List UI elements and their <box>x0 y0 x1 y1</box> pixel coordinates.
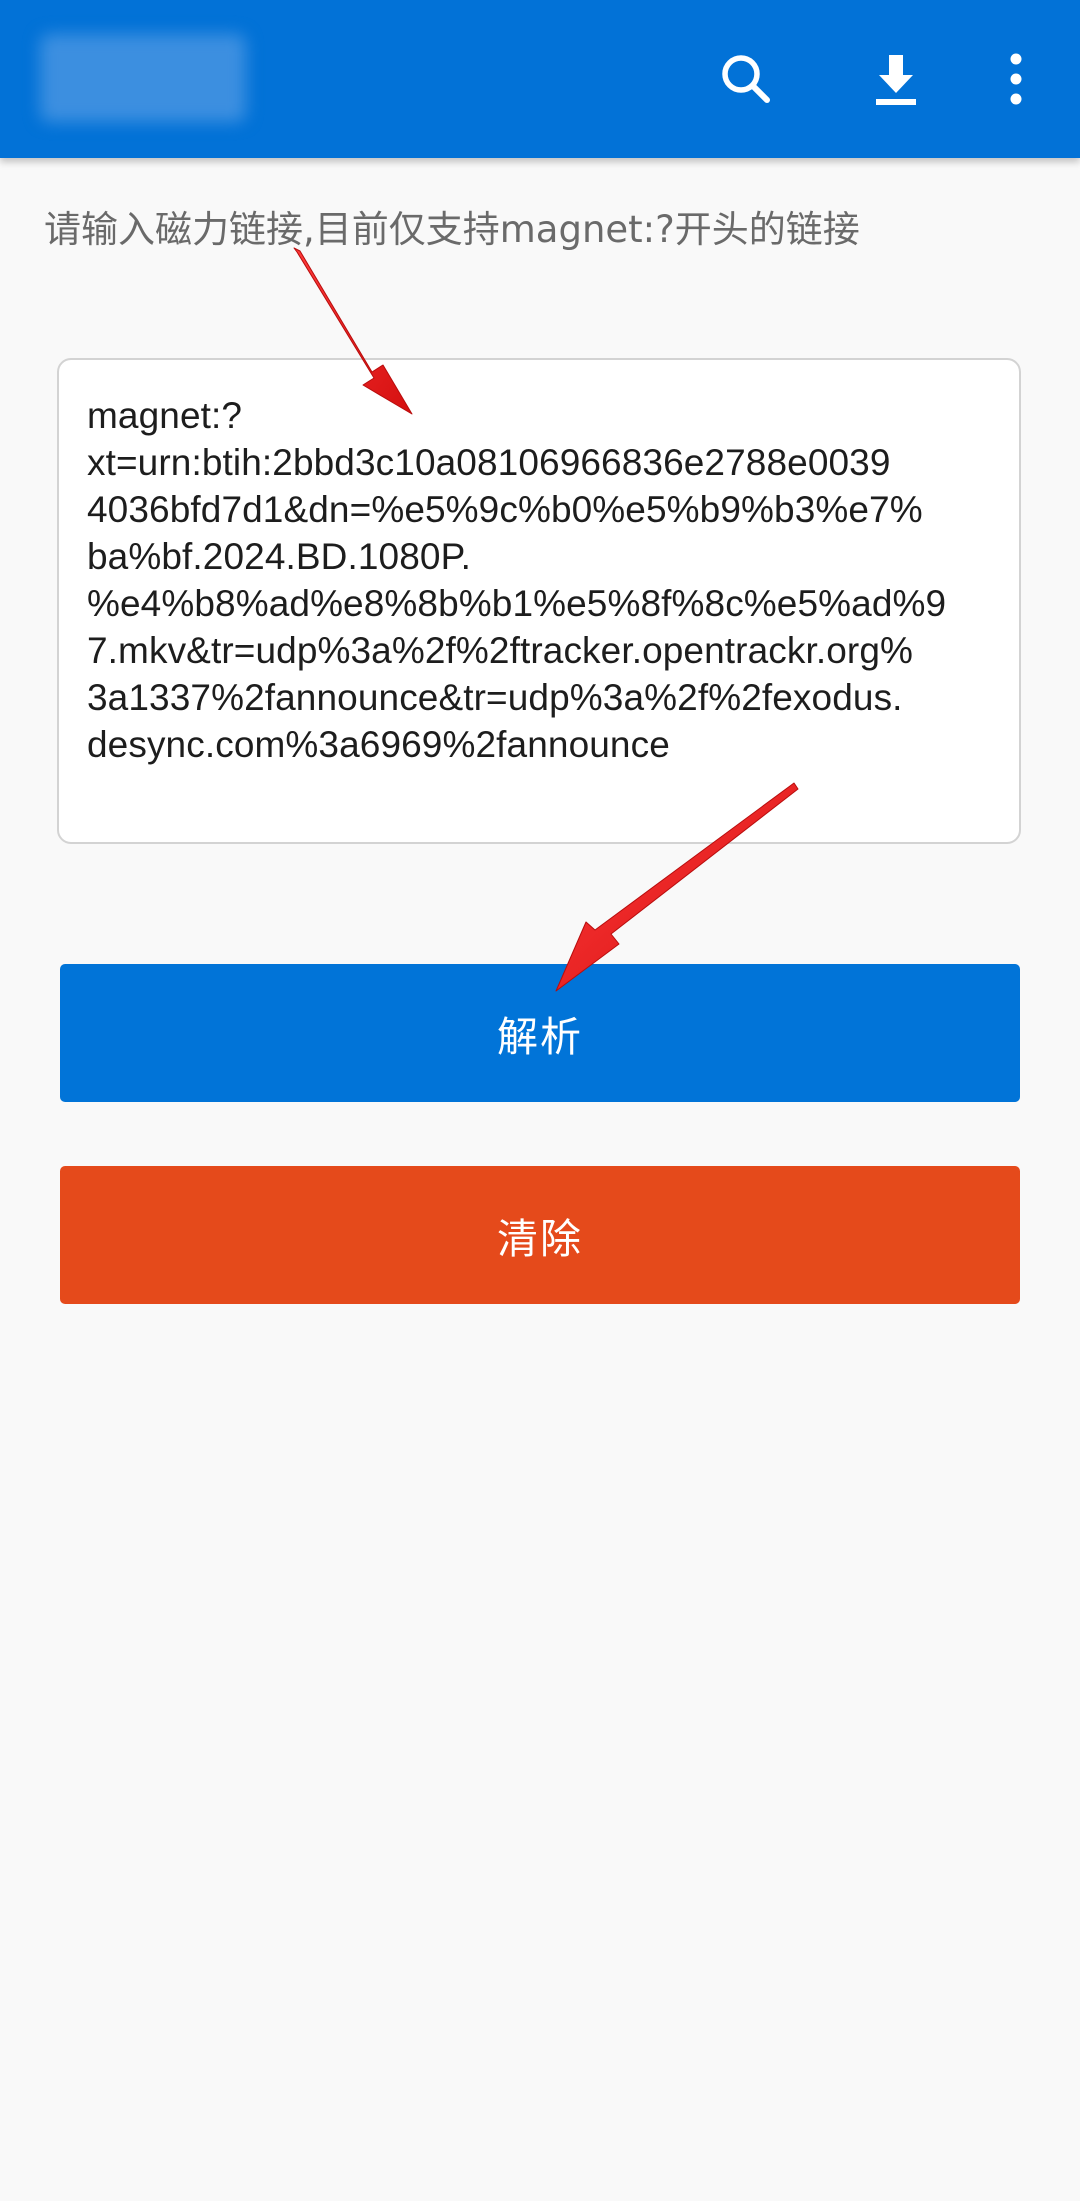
magnet-line: magnet:? <box>87 395 243 436</box>
search-icon <box>722 55 770 103</box>
parse-button[interactable]: 解析 <box>60 964 1020 1102</box>
download-button[interactable] <box>856 39 936 119</box>
app-screen: 请输入磁力链接,目前仅支持magnet:?开头的链接 magnet:? xt=u… <box>0 0 1080 2201</box>
app-title-blurred <box>40 34 246 122</box>
magnet-link-input[interactable]: magnet:? xt=urn:btih:2bbd3c10a0810696683… <box>57 358 1021 844</box>
magnet-line: 4036bfd7d1&dn=%e5%9c%b0%e5%b9%b3%e7% <box>87 489 923 530</box>
magnet-line: desync.com%3a6969%2fannounce <box>87 724 670 765</box>
more-vert-icon <box>1010 53 1022 105</box>
app-bar <box>0 0 1080 158</box>
magnet-line: xt=urn:btih:2bbd3c10a08106966836e2788e00… <box>87 442 891 483</box>
magnet-line: %e4%b8%ad%e8%8b%b1%e5%8f%8c%e5%ad%9 <box>87 583 947 624</box>
download-icon <box>876 55 916 105</box>
more-options-button[interactable] <box>976 39 1056 119</box>
magnet-line: ba%bf.2024.BD.1080P. <box>87 536 471 577</box>
magnet-line: 3a1337%2fannounce&tr=udp%3a%2f%2fexodus. <box>87 677 903 718</box>
clear-button[interactable]: 清除 <box>60 1166 1020 1304</box>
magnet-line: 7.mkv&tr=udp%3a%2f%2ftracker.opentrackr.… <box>87 630 914 671</box>
search-button[interactable] <box>706 39 786 119</box>
magnet-hint-label: 请输入磁力链接,目前仅支持magnet:?开头的链接 <box>44 208 860 251</box>
magnet-link-value[interactable]: magnet:? xt=urn:btih:2bbd3c10a0810696683… <box>87 392 997 768</box>
